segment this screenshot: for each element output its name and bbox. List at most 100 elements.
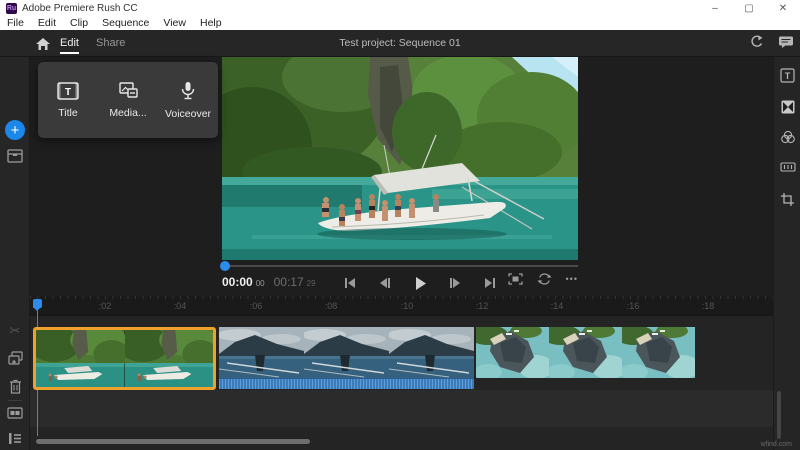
picture-in-picture-icon — [7, 407, 23, 419]
timeline-track-2[interactable] — [30, 390, 773, 427]
svg-text:T: T — [65, 87, 71, 98]
left-toolbar: + ✂ — [0, 57, 30, 450]
titles-icon: T — [780, 68, 795, 83]
horizontal-scrollbar[interactable] — [36, 439, 310, 444]
ruler-label: :18 — [701, 301, 715, 311]
color-panel-button[interactable] — [774, 130, 800, 144]
app-logo-icon: Ru — [6, 2, 17, 14]
media-icon — [119, 81, 138, 98]
ruler-label: :12 — [475, 301, 489, 311]
window-title: Adobe Premiere Rush CC — [22, 2, 138, 14]
step-forward-button[interactable] — [445, 273, 465, 293]
duplicate-icon — [7, 351, 23, 365]
overlay-tracks-button[interactable] — [0, 407, 30, 419]
audio-waveform — [219, 378, 474, 389]
clip-thumbnail — [549, 327, 622, 378]
clip-thumbnail — [389, 327, 474, 378]
add-media-popup: T Title Media... Voiceover — [38, 62, 218, 138]
speed-icon — [779, 162, 796, 172]
go-to-end-button[interactable] — [480, 273, 500, 293]
menu-sequence[interactable]: Sequence — [102, 17, 149, 29]
minimize-button[interactable]: – — [698, 0, 732, 16]
svg-text:T: T — [785, 71, 791, 81]
ruler-label: :16 — [626, 301, 640, 311]
popup-title-button[interactable]: T Title — [40, 81, 96, 119]
transitions-panel-button[interactable] — [774, 100, 800, 114]
menu-edit[interactable]: Edit — [38, 17, 56, 29]
media-browser-button[interactable] — [0, 149, 30, 163]
menu-file[interactable]: File — [7, 17, 24, 29]
track-mixer-icon — [9, 433, 21, 444]
split-clip-button[interactable]: ✂ — [0, 323, 30, 339]
ruler-label: :10 — [400, 301, 414, 311]
title-icon: T — [57, 81, 79, 100]
audio-mixer-button[interactable] — [0, 432, 30, 445]
ruler-ticks — [30, 296, 773, 299]
graphics-panel-button[interactable]: T — [774, 68, 800, 83]
popup-voiceover-button[interactable]: Voiceover — [160, 81, 216, 120]
total-time: 00:17 — [273, 275, 304, 289]
color-icon — [780, 130, 795, 144]
seek-bar[interactable] — [220, 261, 578, 271]
toolbar-divider — [8, 400, 22, 401]
play-button[interactable] — [410, 273, 430, 293]
tab-share[interactable]: Share — [96, 30, 125, 56]
step-back-button[interactable] — [375, 273, 395, 293]
add-media-button[interactable]: + — [5, 120, 25, 140]
current-time: 00:00 — [222, 275, 253, 289]
ruler-label: :06 — [249, 301, 263, 311]
home-button[interactable] — [34, 35, 52, 53]
feedback-icon[interactable] — [778, 35, 794, 49]
clip-thumbnail — [304, 327, 389, 378]
transitions-icon — [781, 100, 794, 114]
clip-thumbnail — [219, 327, 304, 378]
clip-thumbnail — [36, 330, 125, 387]
title-bar: Ru Adobe Premiere Rush CC – ▢ ✕ — [0, 0, 800, 16]
menu-clip[interactable]: Clip — [70, 17, 88, 29]
clip-thumbnail — [124, 330, 213, 387]
close-button[interactable]: ✕ — [766, 0, 800, 16]
clip-thumbnail — [476, 327, 549, 378]
fullscreen-icon[interactable] — [508, 273, 523, 285]
timeline-ruler[interactable]: :02 :04 :06 :08 :10 :12 :14 :16 :18 — [30, 296, 773, 316]
app-bar: Test project: Sequence 01 Edit Share — [0, 30, 800, 57]
timeline-clip-2[interactable] — [219, 327, 474, 389]
trash-icon — [9, 379, 21, 394]
speed-panel-button[interactable] — [774, 161, 800, 173]
playback-controls: 00:00 00 00:17 29 ••• — [30, 270, 773, 296]
popup-media-button[interactable]: Media... — [100, 81, 156, 119]
ruler-label: :14 — [550, 301, 564, 311]
media-browser-icon — [7, 149, 23, 163]
go-to-start-button[interactable] — [340, 273, 360, 293]
home-icon — [36, 38, 50, 50]
video-preview[interactable] — [222, 57, 578, 260]
ruler-label: :02 — [98, 301, 112, 311]
menu-help[interactable]: Help — [200, 17, 222, 29]
timecode-display: 00:00 00 00:17 29 — [222, 275, 316, 289]
timeline-clip-3[interactable] — [476, 327, 695, 378]
timeline-clip-1[interactable] — [33, 327, 216, 390]
vertical-scrollbar[interactable] — [777, 391, 781, 439]
preview-stage: T Title Media... Voiceover 00:00 00 00:1… — [30, 57, 773, 296]
voiceover-icon — [181, 81, 195, 99]
ruler-label: :08 — [324, 301, 338, 311]
loop-icon[interactable] — [537, 273, 552, 285]
ruler-label: :04 — [173, 301, 187, 311]
clip-thumbnail — [622, 327, 695, 378]
playhead-handle[interactable] — [33, 299, 42, 311]
menu-view[interactable]: View — [163, 17, 186, 29]
watermark: wfind.com — [760, 441, 792, 448]
delete-button[interactable] — [0, 379, 30, 394]
tab-edit[interactable]: Edit — [60, 30, 79, 56]
timeline-panel: :02 :04 :06 :08 :10 :12 :14 :16 :18 — [30, 296, 781, 450]
more-options-button[interactable]: ••• — [566, 274, 578, 284]
crop-rotate-icon — [781, 193, 794, 206]
total-frames: 29 — [306, 279, 316, 288]
duplicate-button[interactable] — [0, 351, 30, 366]
maximize-button[interactable]: ▢ — [732, 0, 766, 16]
crop-panel-button[interactable] — [774, 192, 800, 207]
premiere-rush-window: Ru Adobe Premiere Rush CC – ▢ ✕ File Edi… — [0, 0, 800, 450]
undo-icon[interactable] — [749, 34, 764, 49]
current-frames: 00 — [255, 279, 265, 288]
menu-bar: File Edit Clip Sequence View Help — [0, 16, 800, 30]
